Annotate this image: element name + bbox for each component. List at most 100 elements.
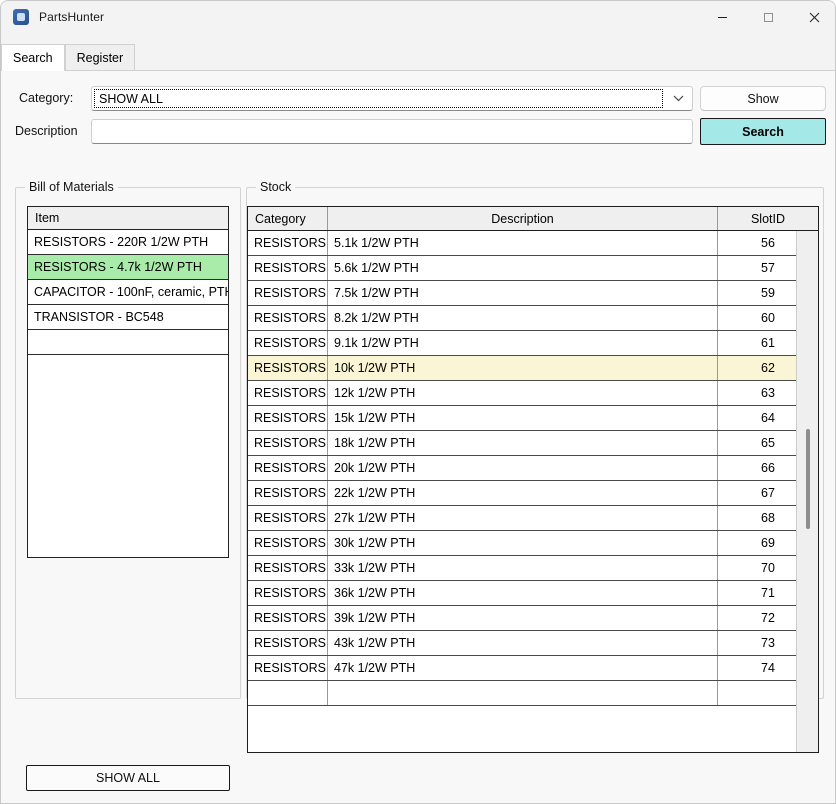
bill-of-materials-legend: Bill of Materials: [25, 180, 118, 194]
category-label: Category:: [19, 91, 74, 105]
stock-cell-category: RESISTORS: [248, 481, 328, 505]
stock-table-body: RESISTORS 5.1k 1/2W PTH 56 RESISTORS 5.6k 1/…: [248, 231, 818, 752]
stock-vertical-scrollbar[interactable]: [796, 231, 818, 752]
column-header-description[interactable]: Description: [328, 207, 718, 230]
column-header-category[interactable]: Category: [248, 207, 328, 230]
maximize-icon[interactable]: [745, 1, 791, 33]
stock-cell-category: RESISTORS: [248, 656, 328, 680]
stock-rows-container: RESISTORS 5.1k 1/2W PTH 56 RESISTORS 5.6k 1/…: [248, 231, 818, 706]
stock-table-row[interactable]: RESISTORS 20k 1/2W PTH 66: [248, 456, 818, 481]
stock-table-row[interactable]: [248, 681, 818, 706]
tab-strip: Search Register: [1, 44, 835, 71]
stock-table-header: Category Description SlotID: [248, 207, 818, 231]
stock-cell-description: 30k 1/2W PTH: [328, 531, 718, 555]
description-label: Description: [15, 124, 78, 138]
stock-table-row[interactable]: RESISTORS 12k 1/2W PTH 63: [248, 381, 818, 406]
tab-register[interactable]: Register: [64, 44, 136, 71]
stock-cell-category: RESISTORS: [248, 531, 328, 555]
tab-search[interactable]: Search: [1, 44, 65, 71]
stock-cell-description: 9.1k 1/2W PTH: [328, 331, 718, 355]
stock-table-row[interactable]: RESISTORS 5.1k 1/2W PTH 56: [248, 231, 818, 256]
bill-of-materials-list[interactable]: Item RESISTORS - 220R 1/2W PTH RESISTORS …: [27, 206, 229, 558]
stock-cell-category: [248, 681, 328, 705]
stock-cell-description: 18k 1/2W PTH: [328, 431, 718, 455]
show-all-button[interactable]: SHOW ALL: [26, 765, 230, 791]
category-selected-value: SHOW ALL: [94, 89, 663, 108]
stock-table-row[interactable]: RESISTORS 7.5k 1/2W PTH 59: [248, 281, 818, 306]
stock-cell-description: 8.2k 1/2W PTH: [328, 306, 718, 330]
bom-empty-space: [28, 355, 228, 555]
stock-cell-category: RESISTORS: [248, 406, 328, 430]
app-icon: [13, 9, 29, 25]
stock-cell-category: RESISTORS: [248, 256, 328, 280]
show-button[interactable]: Show: [700, 86, 826, 111]
tab-register-label: Register: [76, 51, 124, 65]
stock-table-row[interactable]: RESISTORS 43k 1/2W PTH 73: [248, 631, 818, 656]
stock-table[interactable]: Category Description SlotID RESISTORS 5.1…: [247, 206, 819, 753]
stock-cell-description: 15k 1/2W PTH: [328, 406, 718, 430]
stock-cell-category: RESISTORS: [248, 606, 328, 630]
stock-table-row[interactable]: RESISTORS 18k 1/2W PTH 65: [248, 431, 818, 456]
stock-cell-description: 5.6k 1/2W PTH: [328, 256, 718, 280]
stock-cell-description: 7.5k 1/2W PTH: [328, 281, 718, 305]
stock-table-row[interactable]: RESISTORS 27k 1/2W PTH 68: [248, 506, 818, 531]
stock-table-row[interactable]: RESISTORS 47k 1/2W PTH 74: [248, 656, 818, 681]
close-icon[interactable]: [791, 1, 835, 33]
bom-list-item[interactable]: RESISTORS - 220R 1/2W PTH: [28, 230, 228, 255]
minimize-icon[interactable]: [699, 1, 745, 33]
stock-cell-description: [328, 681, 718, 705]
bom-list-item[interactable]: TRANSISTOR - BC548: [28, 305, 228, 330]
stock-table-row[interactable]: RESISTORS 36k 1/2W PTH 71: [248, 581, 818, 606]
chevron-down-icon[interactable]: [664, 87, 692, 110]
stock-table-row[interactable]: RESISTORS 8.2k 1/2W PTH 60: [248, 306, 818, 331]
stock-scrollbar-thumb[interactable]: [806, 429, 810, 529]
stock-cell-description: 36k 1/2W PTH: [328, 581, 718, 605]
stock-table-row[interactable]: RESISTORS 9.1k 1/2W PTH 61: [248, 331, 818, 356]
stock-cell-description: 10k 1/2W PTH: [328, 356, 718, 380]
stock-table-row[interactable]: RESISTORS 39k 1/2W PTH 72: [248, 606, 818, 631]
stock-cell-category: RESISTORS: [248, 631, 328, 655]
bom-column-header: Item: [28, 207, 228, 230]
column-header-slotid[interactable]: SlotID: [718, 207, 818, 230]
stock-cell-description: 12k 1/2W PTH: [328, 381, 718, 405]
bom-list-item-label: TRANSISTOR - BC548: [34, 310, 164, 324]
window-controls: [699, 1, 835, 33]
stock-cell-category: RESISTORS: [248, 431, 328, 455]
bom-list-item[interactable]: RESISTORS - 4.7k 1/2W PTH: [28, 255, 228, 280]
stock-table-row[interactable]: RESISTORS 30k 1/2W PTH 69: [248, 531, 818, 556]
stock-cell-category: RESISTORS: [248, 281, 328, 305]
window-title: PartsHunter: [39, 10, 105, 24]
stock-table-row[interactable]: RESISTORS 15k 1/2W PTH 64: [248, 406, 818, 431]
stock-cell-category: RESISTORS: [248, 356, 328, 380]
search-button[interactable]: Search: [700, 118, 826, 145]
stock-cell-category: RESISTORS: [248, 456, 328, 480]
stock-cell-category: RESISTORS: [248, 231, 328, 255]
stock-cell-description: 43k 1/2W PTH: [328, 631, 718, 655]
stock-table-row[interactable]: RESISTORS 33k 1/2W PTH 70: [248, 556, 818, 581]
stock-table-row[interactable]: RESISTORS 10k 1/2W PTH 62: [248, 356, 818, 381]
stock-cell-description: 27k 1/2W PTH: [328, 506, 718, 530]
stock-cell-description: 22k 1/2W PTH: [328, 481, 718, 505]
stock-legend: Stock: [256, 180, 296, 194]
stock-cell-category: RESISTORS: [248, 506, 328, 530]
bom-list-item[interactable]: [28, 330, 228, 355]
application-window: PartsHunter Search Register Category: SH…: [0, 0, 836, 804]
bom-list-item-label: RESISTORS - 220R 1/2W PTH: [34, 235, 209, 249]
client-area: Category: SHOW ALL Description Show Sear…: [1, 71, 835, 803]
stock-cell-category: RESISTORS: [248, 331, 328, 355]
bom-column-header-label: Item: [35, 211, 60, 225]
category-combobox[interactable]: SHOW ALL: [91, 86, 693, 111]
bom-list-item[interactable]: CAPACITOR - 100nF, ceramic, PTH: [28, 280, 228, 305]
description-input[interactable]: [91, 119, 693, 144]
stock-cell-description: 20k 1/2W PTH: [328, 456, 718, 480]
bom-list-item-label: RESISTORS - 4.7k 1/2W PTH: [34, 260, 202, 274]
tab-search-label: Search: [13, 51, 53, 65]
stock-table-row[interactable]: RESISTORS 22k 1/2W PTH 67: [248, 481, 818, 506]
stock-cell-description: 5.1k 1/2W PTH: [328, 231, 718, 255]
stock-cell-category: RESISTORS: [248, 381, 328, 405]
stock-cell-category: RESISTORS: [248, 306, 328, 330]
stock-cell-description: 33k 1/2W PTH: [328, 556, 718, 580]
stock-table-row[interactable]: RESISTORS 5.6k 1/2W PTH 57: [248, 256, 818, 281]
stock-cell-description: 47k 1/2W PTH: [328, 656, 718, 680]
stock-cell-description: 39k 1/2W PTH: [328, 606, 718, 630]
